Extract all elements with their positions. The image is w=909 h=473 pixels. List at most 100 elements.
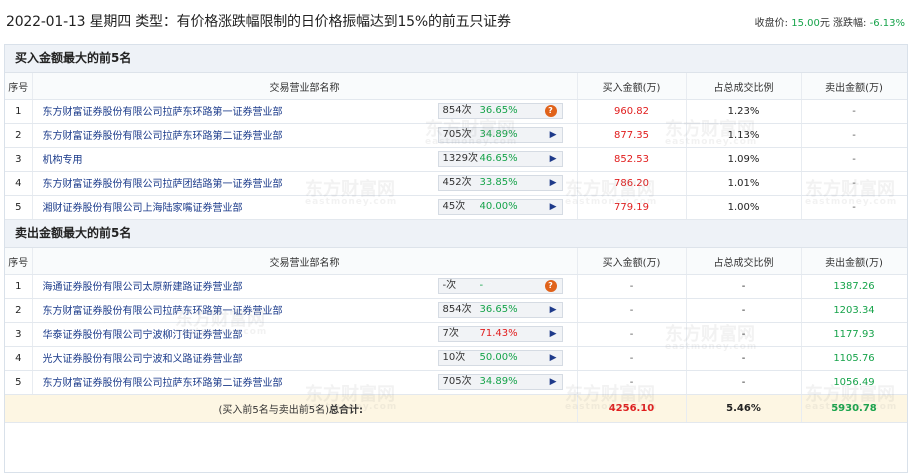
- branch-cell: 东方财富证券股份有限公司拉萨东环路第二证券营业部 705次 34.89% ▶: [32, 370, 578, 395]
- sell-table-header: 序号 交易营业部名称 买入金额(万) 占总成交比例 卖出金额(万): [5, 248, 907, 275]
- row-index: 1: [5, 274, 33, 299]
- total-label-prefix: (买入前5名与卖出前5名): [218, 405, 330, 416]
- total-label-bold: 总合计:: [329, 405, 364, 416]
- question-icon[interactable]: ?: [544, 105, 557, 117]
- win-rate: 36.65%: [479, 304, 518, 315]
- branch-stats-chip[interactable]: 7次 71.43% ▶: [437, 326, 563, 342]
- branch-cell: 机构专用 1329次 46.65% ▶: [32, 147, 578, 172]
- branch-name-link[interactable]: 海通证券股份有限公司太原新建路证券营业部: [43, 278, 243, 293]
- branch-stats-chip[interactable]: 705次 34.89% ▶: [437, 374, 563, 390]
- branch-name-link[interactable]: 东方财富证券股份有限公司拉萨东环路第二证券营业部: [43, 374, 283, 389]
- col-sell-amount: 卖出金额(万): [801, 248, 907, 275]
- table-row: 2 东方财富证券股份有限公司拉萨东环路第一证券营业部 854次 36.65% ▶ - -12…: [5, 298, 907, 323]
- buy-amount: -: [577, 346, 687, 371]
- branch-stats-chip[interactable]: 854次 36.65% ▶: [437, 302, 563, 318]
- listing-count: 1329次: [442, 153, 478, 164]
- win-rate: 34.89%: [479, 129, 518, 140]
- turnover-ratio: -: [686, 298, 802, 323]
- sell-amount: 1056.49: [801, 370, 907, 395]
- play-arrow-icon[interactable]: ▶: [550, 200, 557, 214]
- turnover-ratio: 1.13%: [686, 123, 802, 148]
- branch-name-link[interactable]: 东方财富证券股份有限公司拉萨东环路第一证券营业部: [43, 302, 283, 317]
- sell-amount: -: [801, 123, 907, 148]
- row-index: 1: [5, 99, 33, 124]
- col-index: 序号: [5, 248, 33, 275]
- branch-cell: 东方财富证券股份有限公司拉萨东环路第一证券营业部 854次 36.65% ▶: [32, 298, 578, 323]
- win-rate: 46.65%: [479, 153, 518, 164]
- col-buy-amount: 买入金额(万): [577, 248, 687, 275]
- sell-amount: 1177.93: [801, 322, 907, 347]
- page-header: 2022-01-13 星期四 类型：有价格涨跌幅限制的日价格振幅达到15%的前五…: [0, 0, 909, 40]
- buy-amount: -: [577, 370, 687, 395]
- sell-amount: -: [801, 147, 907, 172]
- sell-table: 序号 交易营业部名称 买入金额(万) 占总成交比例 卖出金额(万) 1 海通证券股…: [5, 248, 907, 423]
- branch-name-link[interactable]: 华泰证券股份有限公司宁波柳汀街证券营业部: [43, 326, 243, 341]
- buy-amount: 779.19: [577, 195, 687, 220]
- col-buy-amount: 买入金额(万): [577, 73, 687, 100]
- win-rate: 71.43%: [479, 328, 518, 339]
- listing-count: 7次: [442, 328, 459, 339]
- close-price-unit: 元: [819, 18, 830, 29]
- total-ratio: 5.46%: [686, 394, 802, 423]
- table-row: 4 东方财富证券股份有限公司拉萨团结路第一证券营业部 452次 33.85% ▶ 786.…: [5, 171, 907, 196]
- branch-name-link[interactable]: 东方财富证券股份有限公司拉萨东环路第二证券营业部: [43, 127, 283, 142]
- close-price-label: 收盘价:: [754, 18, 789, 29]
- branch-stats-chip[interactable]: 705次 34.89% ▶: [437, 127, 563, 143]
- turnover-ratio: -: [686, 274, 802, 299]
- listing-count: 45次: [442, 201, 466, 212]
- buy-amount: 877.35: [577, 123, 687, 148]
- branch-stats-chip[interactable]: 10次 50.00% ▶: [437, 350, 563, 366]
- turnover-ratio: 1.01%: [686, 171, 802, 196]
- sell-amount: 1387.26: [801, 274, 907, 299]
- table-row: 3 机构专用 1329次 46.65% ▶ 852.53 1.09% -: [5, 147, 907, 172]
- win-rate: 33.85%: [479, 177, 518, 188]
- listing-count: 452次: [442, 177, 472, 188]
- question-icon[interactable]: ?: [544, 280, 557, 292]
- table-row: 5 湘财证券股份有限公司上海陆家嘴证券营业部 45次 40.00% ▶ 779.19 1.0…: [5, 195, 907, 220]
- branch-stats-chip[interactable]: 452次 33.85% ▶: [437, 175, 563, 191]
- branch-stats-chip[interactable]: 1329次 46.65% ▶: [437, 151, 563, 167]
- buy-section-title: 买入金额最大的前5名: [5, 45, 907, 73]
- col-sell-amount: 卖出金额(万): [801, 73, 907, 100]
- row-index: 2: [5, 123, 33, 148]
- buy-amount: -: [577, 274, 687, 299]
- quote-summary: 收盘价: 15.00元 涨跌幅: -6.13%: [755, 14, 905, 29]
- sell-section-title: 卖出金额最大的前5名: [5, 220, 907, 248]
- branch-name-link[interactable]: 东方财富证券股份有限公司拉萨东环路第一证券营业部: [43, 103, 283, 118]
- sell-amount: 1105.76: [801, 346, 907, 371]
- col-branch-name: 交易营业部名称: [32, 248, 578, 275]
- listing-count: 705次: [442, 376, 472, 387]
- branch-cell: 东方财富证券股份有限公司拉萨东环路第一证券营业部 854次 36.65%?: [32, 99, 578, 124]
- branch-name-link[interactable]: 光大证券股份有限公司宁波和义路证券营业部: [43, 350, 243, 365]
- change-value: -6.13%: [869, 18, 905, 29]
- listing-count: 854次: [442, 304, 472, 315]
- branch-cell: 东方财富证券股份有限公司拉萨东环路第二证券营业部 705次 34.89% ▶: [32, 123, 578, 148]
- row-index: 2: [5, 298, 33, 323]
- buy-table: 序号 交易营业部名称 买入金额(万) 占总成交比例 卖出金额(万) 1 东方财富证…: [5, 73, 907, 220]
- branch-stats-chip[interactable]: -次 -?: [437, 278, 563, 294]
- buy-amount: 852.53: [577, 147, 687, 172]
- col-ratio: 占总成交比例: [686, 248, 802, 275]
- play-arrow-icon[interactable]: ▶: [550, 128, 557, 142]
- branch-name-link[interactable]: 东方财富证券股份有限公司拉萨团结路第一证券营业部: [43, 175, 283, 190]
- total-buy: 4256.10: [577, 394, 687, 423]
- branch-cell: 东方财富证券股份有限公司拉萨团结路第一证券营业部 452次 33.85% ▶: [32, 171, 578, 196]
- play-arrow-icon[interactable]: ▶: [550, 327, 557, 341]
- row-index: 4: [5, 171, 33, 196]
- branch-stats-chip[interactable]: 854次 36.65%?: [437, 103, 563, 119]
- play-arrow-icon[interactable]: ▶: [550, 176, 557, 190]
- change-label: 涨跌幅:: [833, 18, 867, 29]
- branch-name-link[interactable]: 湘财证券股份有限公司上海陆家嘴证券营业部: [43, 199, 243, 214]
- play-arrow-icon[interactable]: ▶: [550, 375, 557, 389]
- branch-cell: 湘财证券股份有限公司上海陆家嘴证券营业部 45次 40.00% ▶: [32, 195, 578, 220]
- table-row: 3 华泰证券股份有限公司宁波柳汀街证券营业部 7次 71.43% ▶ - -1177.93: [5, 322, 907, 347]
- play-arrow-icon[interactable]: ▶: [550, 351, 557, 365]
- table-row: 1 海通证券股份有限公司太原新建路证券营业部 -次 -? - -1387.26: [5, 274, 907, 299]
- total-sell: 5930.78: [801, 394, 907, 423]
- play-arrow-icon[interactable]: ▶: [550, 152, 557, 166]
- play-arrow-icon[interactable]: ▶: [550, 303, 557, 317]
- branch-name-link[interactable]: 机构专用: [43, 151, 83, 166]
- branch-stats-chip[interactable]: 45次 40.00% ▶: [437, 199, 563, 215]
- sell-amount: -: [801, 171, 907, 196]
- buy-amount: 960.82: [577, 99, 687, 124]
